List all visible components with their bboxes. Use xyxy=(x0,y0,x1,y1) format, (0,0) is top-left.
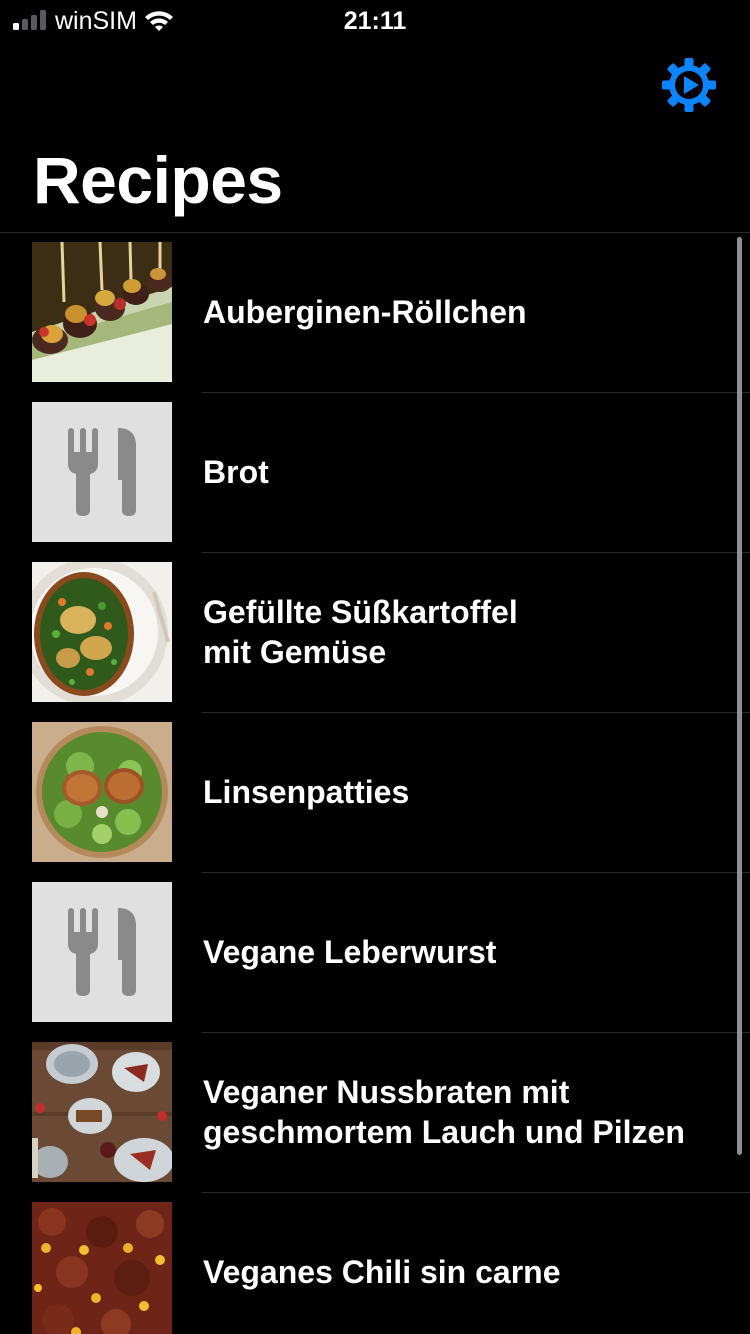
recipe-title-line: Gefüllte Süßkartoffel xyxy=(203,594,518,630)
recipe-title: Veganer Nussbraten mit geschmortem Lauch… xyxy=(203,1033,710,1191)
recipe-row[interactable]: Linsenpatties xyxy=(0,713,750,873)
fork-knife-icon xyxy=(32,882,172,1022)
recipe-title-line: Linsenpatties xyxy=(203,774,410,810)
status-bar: winSIM 21:11 xyxy=(0,0,750,42)
lentil-patties-salad-photo xyxy=(32,722,172,862)
recipe-title: Auberginen-Röllchen xyxy=(203,233,710,391)
recipe-title-line: Veganes Chili sin carne xyxy=(203,1254,561,1290)
recipe-title-line: Auberginen-Röllchen xyxy=(203,294,527,330)
recipe-title: Veganes Chili sin carne xyxy=(203,1193,710,1334)
scroll-indicator[interactable] xyxy=(737,237,742,1155)
recipe-row[interactable]: Brot xyxy=(0,393,750,553)
recipe-title-line: Brot xyxy=(203,454,269,490)
recipe-title: Brot xyxy=(203,393,710,551)
recipe-row[interactable]: Veganes Chili sin carne xyxy=(0,1193,750,1334)
recipe-thumbnail xyxy=(32,242,172,382)
recipe-thumbnail xyxy=(32,1042,172,1182)
recipes-screen: winSIM 21:11 Recipes Auberginen-Röllchen… xyxy=(0,0,750,1334)
recipe-title-line: mit Gemüse xyxy=(203,634,387,670)
recipe-thumbnail xyxy=(32,1202,172,1334)
status-time: 21:11 xyxy=(343,7,407,35)
recipe-row[interactable]: Auberginen-Röllchen xyxy=(0,233,750,393)
recipe-row[interactable]: Vegane Leberwurst xyxy=(0,873,750,1033)
recipe-list[interactable]: Auberginen-Röllchen Brot Gefüllte Süßkar… xyxy=(0,233,750,1334)
nut-roast-table-photo xyxy=(32,1042,172,1182)
recipe-thumbnail xyxy=(32,882,172,1022)
fork-knife-icon xyxy=(32,402,172,542)
recipe-title: Linsenpatties xyxy=(203,713,710,871)
recipe-title: Vegane Leberwurst xyxy=(203,873,710,1031)
recipe-title-line: Veganer Nussbraten mit xyxy=(203,1074,570,1110)
settings-button[interactable] xyxy=(660,56,718,114)
gear-icon xyxy=(662,58,716,112)
chili-photo xyxy=(32,1202,172,1334)
recipe-row[interactable]: Gefüllte Süßkartoffel mit Gemüse xyxy=(0,553,750,713)
recipe-thumbnail xyxy=(32,722,172,862)
stuffed-sweet-potato-photo xyxy=(32,562,172,702)
recipe-title-line: Vegane Leberwurst xyxy=(203,934,497,970)
eggplant-rolls-photo xyxy=(32,242,172,382)
recipe-title: Gefüllte Süßkartoffel mit Gemüse xyxy=(203,553,710,711)
page-title: Recipes xyxy=(33,143,283,217)
recipe-row[interactable]: Veganer Nussbraten mit geschmortem Lauch… xyxy=(0,1033,750,1193)
recipe-thumbnail xyxy=(32,402,172,542)
recipe-title-line: geschmortem Lauch und Pilzen xyxy=(203,1114,685,1150)
recipe-thumbnail xyxy=(32,562,172,702)
